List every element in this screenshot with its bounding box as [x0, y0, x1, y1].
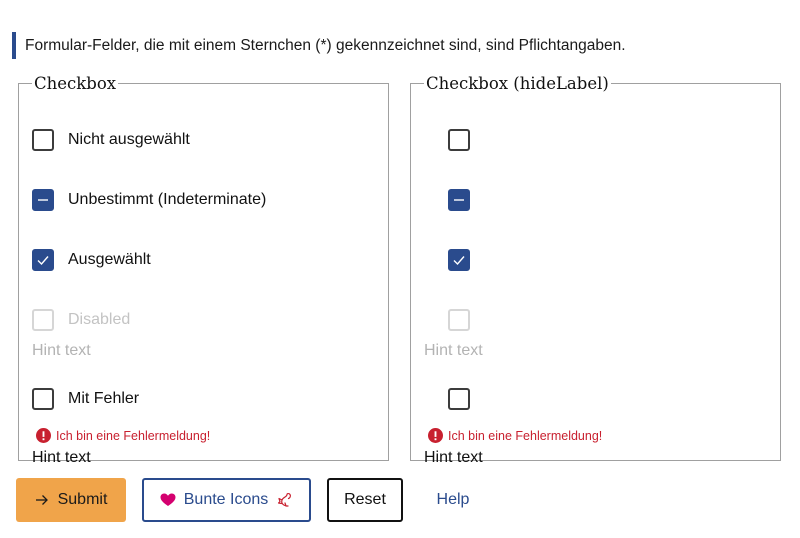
checkbox-indeterminate[interactable]: Unbestimmt (Indeterminate) [32, 187, 266, 213]
checkbox-box[interactable] [32, 189, 54, 211]
fieldset-legend: Checkbox (hideLabel) [426, 74, 609, 93]
checkbox-box[interactable] [32, 388, 54, 410]
check-icon [37, 256, 49, 266]
fieldset-legend: Checkbox [34, 74, 117, 93]
reset-label: Reset [344, 491, 386, 508]
checkbox-box[interactable] [32, 129, 54, 151]
checkbox-label: Disabled [68, 311, 131, 328]
checkbox-disabled [448, 307, 470, 333]
hint-text: Hint text [32, 342, 91, 359]
checkbox-box[interactable] [448, 129, 470, 151]
checkbox-unchecked[interactable] [448, 127, 470, 153]
checkbox-fieldset: Checkbox Nicht ausgewählt Unbestimmt (In… [18, 74, 389, 466]
bunte-icons-label: Bunte Icons [183, 491, 269, 508]
help-button[interactable]: Help [421, 478, 485, 522]
help-label: Help [436, 491, 470, 508]
error-text: Ich bin eine Fehlermeldung! [56, 428, 211, 443]
checkbox-label: Mit Fehler [68, 390, 140, 407]
checkbox-box[interactable] [448, 189, 470, 211]
squirrel-icon [278, 492, 292, 507]
checkbox-box[interactable] [448, 388, 470, 410]
error-text: Ich bin eine Fehlermeldung! [448, 428, 603, 443]
checkbox-box [32, 309, 54, 331]
error-icon [36, 428, 51, 443]
submit-label: Submit [57, 491, 108, 508]
minus-icon [38, 199, 48, 201]
hint-text: Hint text [424, 449, 483, 466]
error-icon [428, 428, 443, 443]
checkbox-box[interactable] [448, 249, 470, 271]
checkbox-disabled: Disabled [32, 307, 130, 333]
arrow-right-icon [35, 495, 48, 505]
hint-text: Hint text [424, 342, 483, 359]
bunte-icons-button[interactable]: Bunte Icons [142, 478, 311, 522]
minus-icon [454, 199, 464, 201]
error-message: Ich bin eine Fehlermeldung! [36, 428, 210, 443]
hint-text: Hint text [32, 449, 91, 466]
checkbox-box [448, 309, 470, 331]
checkbox-label: Unbestimmt (Indeterminate) [68, 191, 267, 208]
heart-icon [160, 493, 176, 506]
error-message: Ich bin eine Fehlermeldung! [428, 428, 602, 443]
checkbox-box[interactable] [32, 249, 54, 271]
checkbox-error[interactable]: Mit Fehler [32, 386, 139, 412]
required-fields-notice: Formular-Felder, die mit einem Sternchen… [12, 32, 732, 59]
checkbox-indeterminate[interactable] [448, 187, 470, 213]
checkbox-hidelabel-fieldset: Checkbox (hideLabel) Hint text Ich bin e… [410, 74, 781, 466]
checkbox-label: Nicht ausgewählt [68, 131, 190, 148]
reset-button[interactable]: Reset [327, 478, 403, 522]
checkbox-error[interactable] [448, 386, 470, 412]
checkbox-checked[interactable] [448, 247, 470, 273]
submit-button[interactable]: Submit [16, 478, 126, 522]
checkbox-unchecked[interactable]: Nicht ausgewählt [32, 127, 190, 153]
checkbox-label: Ausgewählt [68, 251, 151, 268]
checkbox-checked[interactable]: Ausgewählt [32, 247, 151, 273]
check-icon [453, 256, 465, 266]
